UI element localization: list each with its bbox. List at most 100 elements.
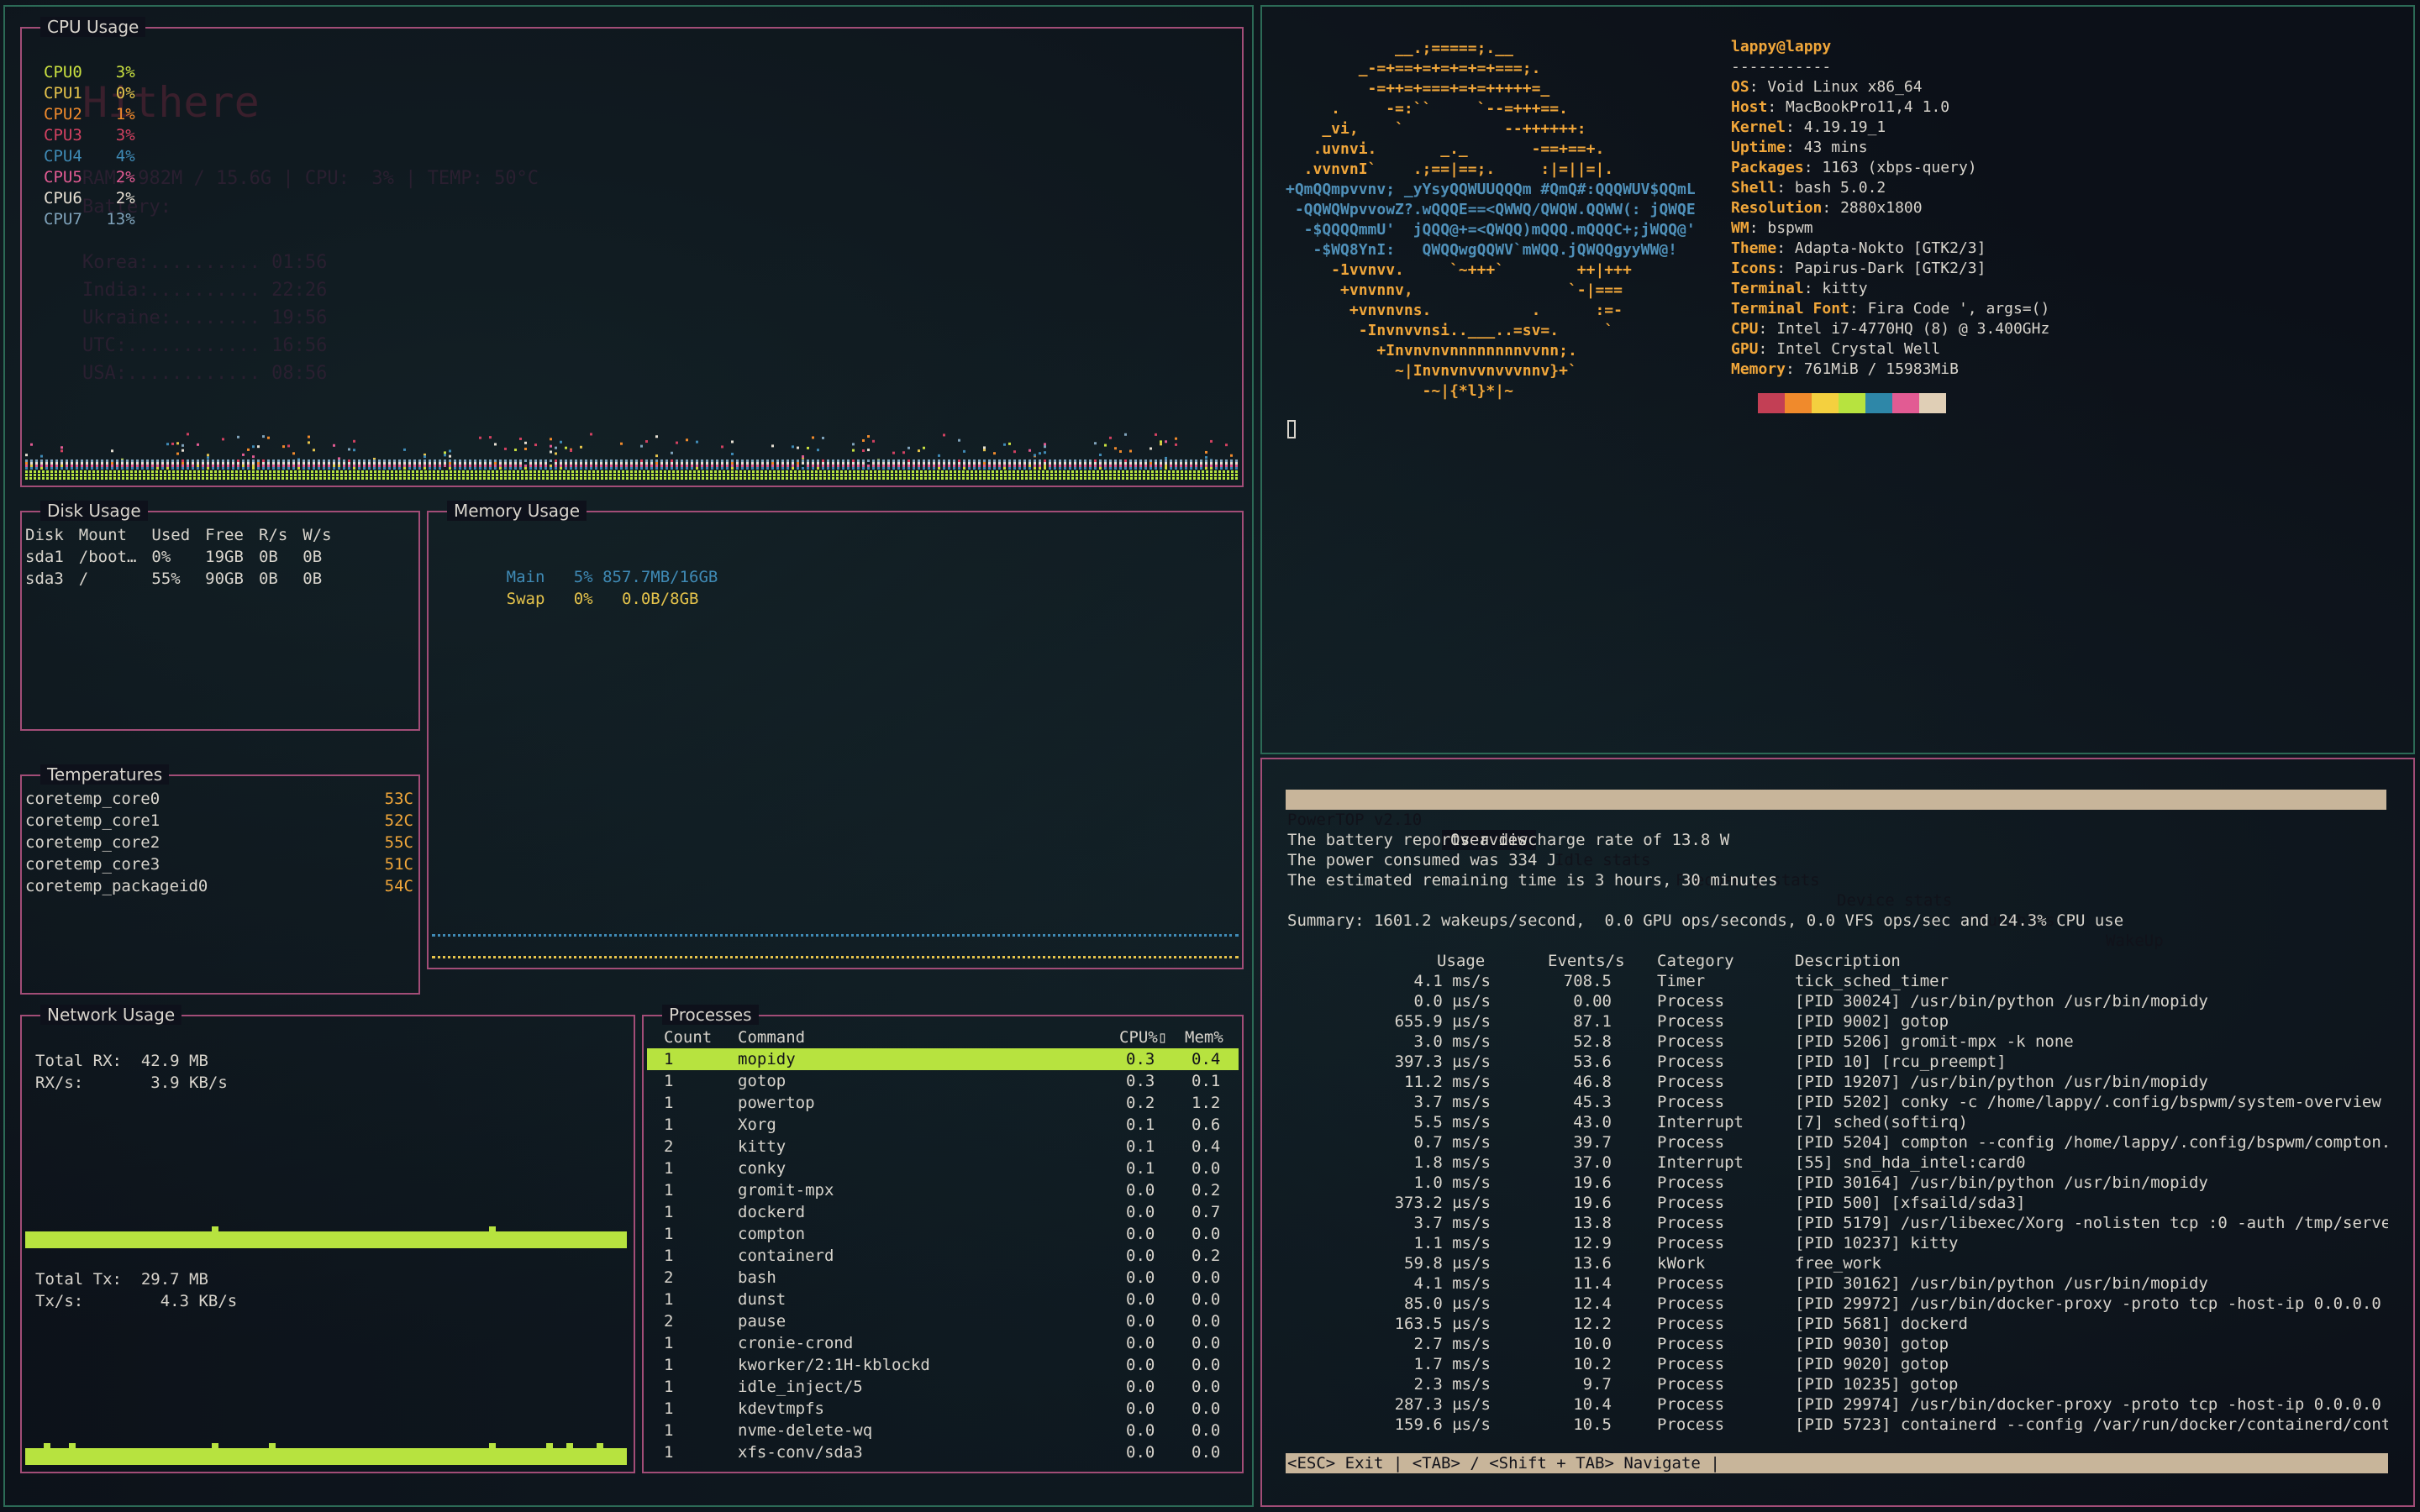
cpu-graph-base-dot bbox=[437, 470, 439, 473]
cpu-graph-dot bbox=[534, 459, 537, 462]
cpu-graph-base-dot bbox=[672, 470, 675, 473]
powertop-row[interactable]: 3.7 ms/s 13.8 Process [PID 5179] /usr/libex… bbox=[1262, 1213, 2413, 1233]
powertop-row[interactable]: 1.7 ms/s 10.2 Process [PID 9020] gotop bbox=[1262, 1354, 2413, 1374]
cpu-graph-base-dot bbox=[143, 474, 145, 476]
process-row[interactable]: 1 gotop 0.3 0.1 bbox=[647, 1070, 1239, 1092]
powertop-row[interactable]: 4.1 ms/s 11.4 Process [PID 30162] /usr/bin/… bbox=[1262, 1273, 2413, 1294]
cpu-graph-dot bbox=[50, 462, 53, 465]
powertop-row[interactable]: 1.0 ms/s 19.6 Process [PID 30164] /usr/bin/… bbox=[1262, 1173, 2413, 1193]
cpu-graph-base-dot bbox=[542, 470, 544, 473]
cpu-graph-dot bbox=[1134, 465, 1137, 467]
process-row[interactable]: 1 kdevtmpfs 0.0 0.0 bbox=[647, 1398, 1239, 1420]
process-cpu: 0.0 bbox=[1126, 1356, 1155, 1374]
process-row[interactable]: 1 Xorg 0.1 0.6 bbox=[647, 1114, 1239, 1136]
tab-device-stats[interactable]: Device stats bbox=[1837, 890, 1952, 911]
powertop-row[interactable]: 2.3 ms/s 9.7 Process [PID 10235] gotop bbox=[1262, 1374, 2413, 1394]
process-row[interactable]: 1 idle_inject/5 0.0 0.0 bbox=[647, 1376, 1239, 1398]
process-row[interactable]: 1 cronie-crond 0.0 0.0 bbox=[647, 1332, 1239, 1354]
powertop-row[interactable]: 59.8 µs/s 13.6 kWork free_work bbox=[1262, 1253, 2413, 1273]
tab-idle-stats[interactable]: Idle stats bbox=[1555, 850, 1650, 870]
cpu-graph-dot bbox=[908, 462, 910, 465]
cpu-graph-dot bbox=[792, 467, 794, 470]
network-total-tx: Total Tx: 29.7 MB bbox=[35, 1268, 208, 1290]
cpu-graph-base-dot bbox=[534, 474, 536, 476]
powertop-row[interactable]: 3.7 ms/s 45.3 Process [PID 5202] conky -c /… bbox=[1262, 1092, 2413, 1112]
process-row[interactable]: 1 kworker/2:1H-kblockd 0.0 0.0 bbox=[647, 1354, 1239, 1376]
cpu-graph-base-dot bbox=[336, 470, 339, 473]
cpu-graph-base-dot bbox=[592, 470, 595, 473]
cpu-graph-dot bbox=[913, 467, 915, 470]
powertop-row[interactable]: 3.0 ms/s 52.8 Process [PID 5206] gromit-mpx… bbox=[1262, 1032, 2413, 1052]
process-row[interactable]: 1 dockerd 0.0 0.7 bbox=[647, 1201, 1239, 1223]
cpu-graph-dot bbox=[943, 433, 945, 437]
cpu-graph-base-dot bbox=[748, 477, 750, 480]
neofetch-window[interactable]: __.;=====;.__ _-=+==+=+=+=+=+===;. -=++=… bbox=[1260, 5, 2415, 754]
process-row[interactable]: 1 conky 0.1 0.0 bbox=[647, 1158, 1239, 1179]
process-row[interactable]: 1 xfs-conv/sda3 0.0 0.0 bbox=[647, 1441, 1239, 1463]
cpu-graph-dot bbox=[187, 465, 189, 467]
cpu-graph-dot bbox=[686, 465, 688, 467]
cpu-graph-dot bbox=[842, 467, 844, 470]
powertop-window[interactable]: PowerTOP v2.10 Overview Idle stats Frequ… bbox=[1260, 758, 2415, 1507]
tab-wakeup[interactable]: WakeUp bbox=[2106, 931, 2164, 951]
process-row[interactable]: 1 gromit-mpx 0.0 0.2 bbox=[647, 1179, 1239, 1201]
proc-col-command[interactable]: Command bbox=[738, 1026, 805, 1048]
proc-col-cpu[interactable]: CPU%▯ bbox=[1119, 1026, 1167, 1048]
proc-col-count[interactable]: Count bbox=[664, 1026, 712, 1048]
powertop-row[interactable]: 0.7 ms/s 39.7 Process [PID 5204] compton --… bbox=[1262, 1132, 2413, 1152]
cpu-graph-dot bbox=[333, 459, 335, 462]
info-key: Memory bbox=[1731, 360, 1786, 378]
cpu-graph-base-dot bbox=[504, 474, 507, 476]
cpu-graph-dot bbox=[171, 467, 174, 470]
cpu-graph-dot bbox=[489, 459, 492, 462]
powertop-row[interactable]: 397.3 µs/s 53.6 Process [PID 10] [rcu_preem… bbox=[1262, 1052, 2413, 1072]
cpu-graph-base-dot bbox=[458, 477, 460, 480]
temperature-list: coretemp_core0 53C coretemp_core1 52C corete… bbox=[25, 788, 415, 897]
process-row[interactable]: 1 nvme-delete-wq 0.0 0.0 bbox=[647, 1420, 1239, 1441]
powertop-row[interactable]: 163.5 µs/s 12.2 Process [PID 5681] dockerd bbox=[1262, 1314, 2413, 1334]
powertop-row[interactable]: 287.3 µs/s 10.4 Process [PID 29974] /usr/bi… bbox=[1262, 1394, 2413, 1415]
powertop-row[interactable]: 11.2 ms/s 46.8 Process [PID 19207] /usr/bin… bbox=[1262, 1072, 2413, 1092]
info-row: Host: MacBookPro11,4 1.0 bbox=[1731, 98, 1950, 116]
gotop-window[interactable]: Hithere RAM: 982M / 15.6G | CPU: 3% | TE… bbox=[3, 5, 1254, 1507]
process-row[interactable]: 2 pause 0.0 0.0 bbox=[647, 1310, 1239, 1332]
cpu-graph-dot bbox=[756, 459, 759, 462]
cpu-graph-base-dot bbox=[223, 470, 225, 473]
cpu-graph-base-dot bbox=[870, 470, 872, 473]
powertop-row[interactable]: 159.6 µs/s 10.5 Process [PID 5723] containe… bbox=[1262, 1415, 2413, 1435]
cpu-graph-dot bbox=[418, 467, 421, 470]
powertop-row[interactable]: 4.1 ms/s 708.5 Timer tick_sched_timer bbox=[1262, 971, 2413, 991]
cpu-graph-base-dot bbox=[513, 470, 515, 473]
process-row[interactable]: 1 mopidy 0.3 0.4 bbox=[647, 1048, 1239, 1070]
cpu-graph-dot bbox=[166, 462, 169, 465]
process-row[interactable]: 1 compton 0.0 0.0 bbox=[647, 1223, 1239, 1245]
cpu-graph-dot bbox=[1074, 467, 1076, 470]
cpu-graph-base-dot bbox=[1084, 474, 1086, 476]
cpu-graph-base-dot bbox=[1059, 477, 1061, 480]
powertop-row[interactable]: 655.9 µs/s 87.1 Process [PID 9002] gotop bbox=[1262, 1011, 2413, 1032]
cpu-graph-dot bbox=[1225, 462, 1228, 465]
powertop-row[interactable]: 0.0 µs/s 0.00 Process [PID 30024] /usr/bin/… bbox=[1262, 991, 2413, 1011]
powertop-row[interactable]: 1.1 ms/s 12.9 Process [PID 10237] kitty bbox=[1262, 1233, 2413, 1253]
process-count: 2 bbox=[664, 1312, 674, 1331]
powertop-row[interactable]: 85.0 µs/s 12.4 Process [PID 29972] /usr/bin… bbox=[1262, 1294, 2413, 1314]
cpu-graph-dot bbox=[176, 467, 179, 470]
powertop-row[interactable]: 5.5 ms/s 43.0 Interrupt [7] sched(softirq) bbox=[1262, 1112, 2413, 1132]
powertop-row[interactable]: 373.2 µs/s 19.6 Process [PID 500] [xfsaild/… bbox=[1262, 1193, 2413, 1213]
process-row[interactable]: 1 powertop 0.2 1.2 bbox=[647, 1092, 1239, 1114]
cpu-graph-dot bbox=[761, 467, 764, 470]
process-row[interactable]: 2 bash 0.0 0.0 bbox=[647, 1267, 1239, 1289]
cpu-graph-dot bbox=[575, 459, 577, 462]
process-row[interactable]: 2 kitty 0.1 0.4 bbox=[647, 1136, 1239, 1158]
cpu-graph-dot bbox=[524, 467, 527, 470]
process-row[interactable]: 1 dunst 0.0 0.0 bbox=[647, 1289, 1239, 1310]
cpu-graph-dot bbox=[403, 459, 406, 462]
powertop-row[interactable]: 1.8 ms/s 37.0 Interrupt [55] snd_hda_intel:… bbox=[1262, 1152, 2413, 1173]
process-row[interactable]: 1 containerd 0.0 0.2 bbox=[647, 1245, 1239, 1267]
cpu-graph-dot bbox=[711, 467, 713, 470]
cpu-graph-dot bbox=[565, 465, 567, 467]
net-spike bbox=[212, 1226, 218, 1231]
cpu-graph-dot bbox=[726, 467, 729, 470]
powertop-row[interactable]: 2.7 ms/s 10.0 Process [PID 9030] gotop bbox=[1262, 1334, 2413, 1354]
proc-col-mem[interactable]: Mem% bbox=[1185, 1026, 1223, 1048]
